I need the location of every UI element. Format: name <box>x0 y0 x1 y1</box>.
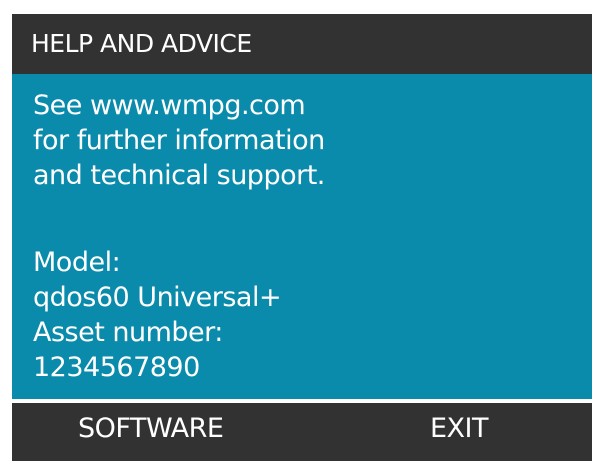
software-softkey[interactable]: SOFTWARE <box>78 403 224 461</box>
device-screen: HELP AND ADVICE See www.wmpg.com for fur… <box>12 14 592 461</box>
model-value: qdos60 Universal+ <box>33 282 282 313</box>
screen-title: HELP AND ADVICE <box>12 14 592 74</box>
help-content-panel: See www.wmpg.com for further information… <box>12 74 592 399</box>
softkey-bar: SOFTWARE EXIT <box>12 403 592 461</box>
asset-number-value: 1234567890 <box>33 352 200 383</box>
help-text-line-2: for further information <box>33 125 325 156</box>
help-text-line-1: See www.wmpg.com <box>33 90 306 121</box>
exit-softkey[interactable]: EXIT <box>430 403 489 461</box>
help-text-line-3: and technical support. <box>33 160 325 191</box>
model-label: Model: <box>33 247 121 278</box>
asset-number-label: Asset number: <box>33 317 223 348</box>
